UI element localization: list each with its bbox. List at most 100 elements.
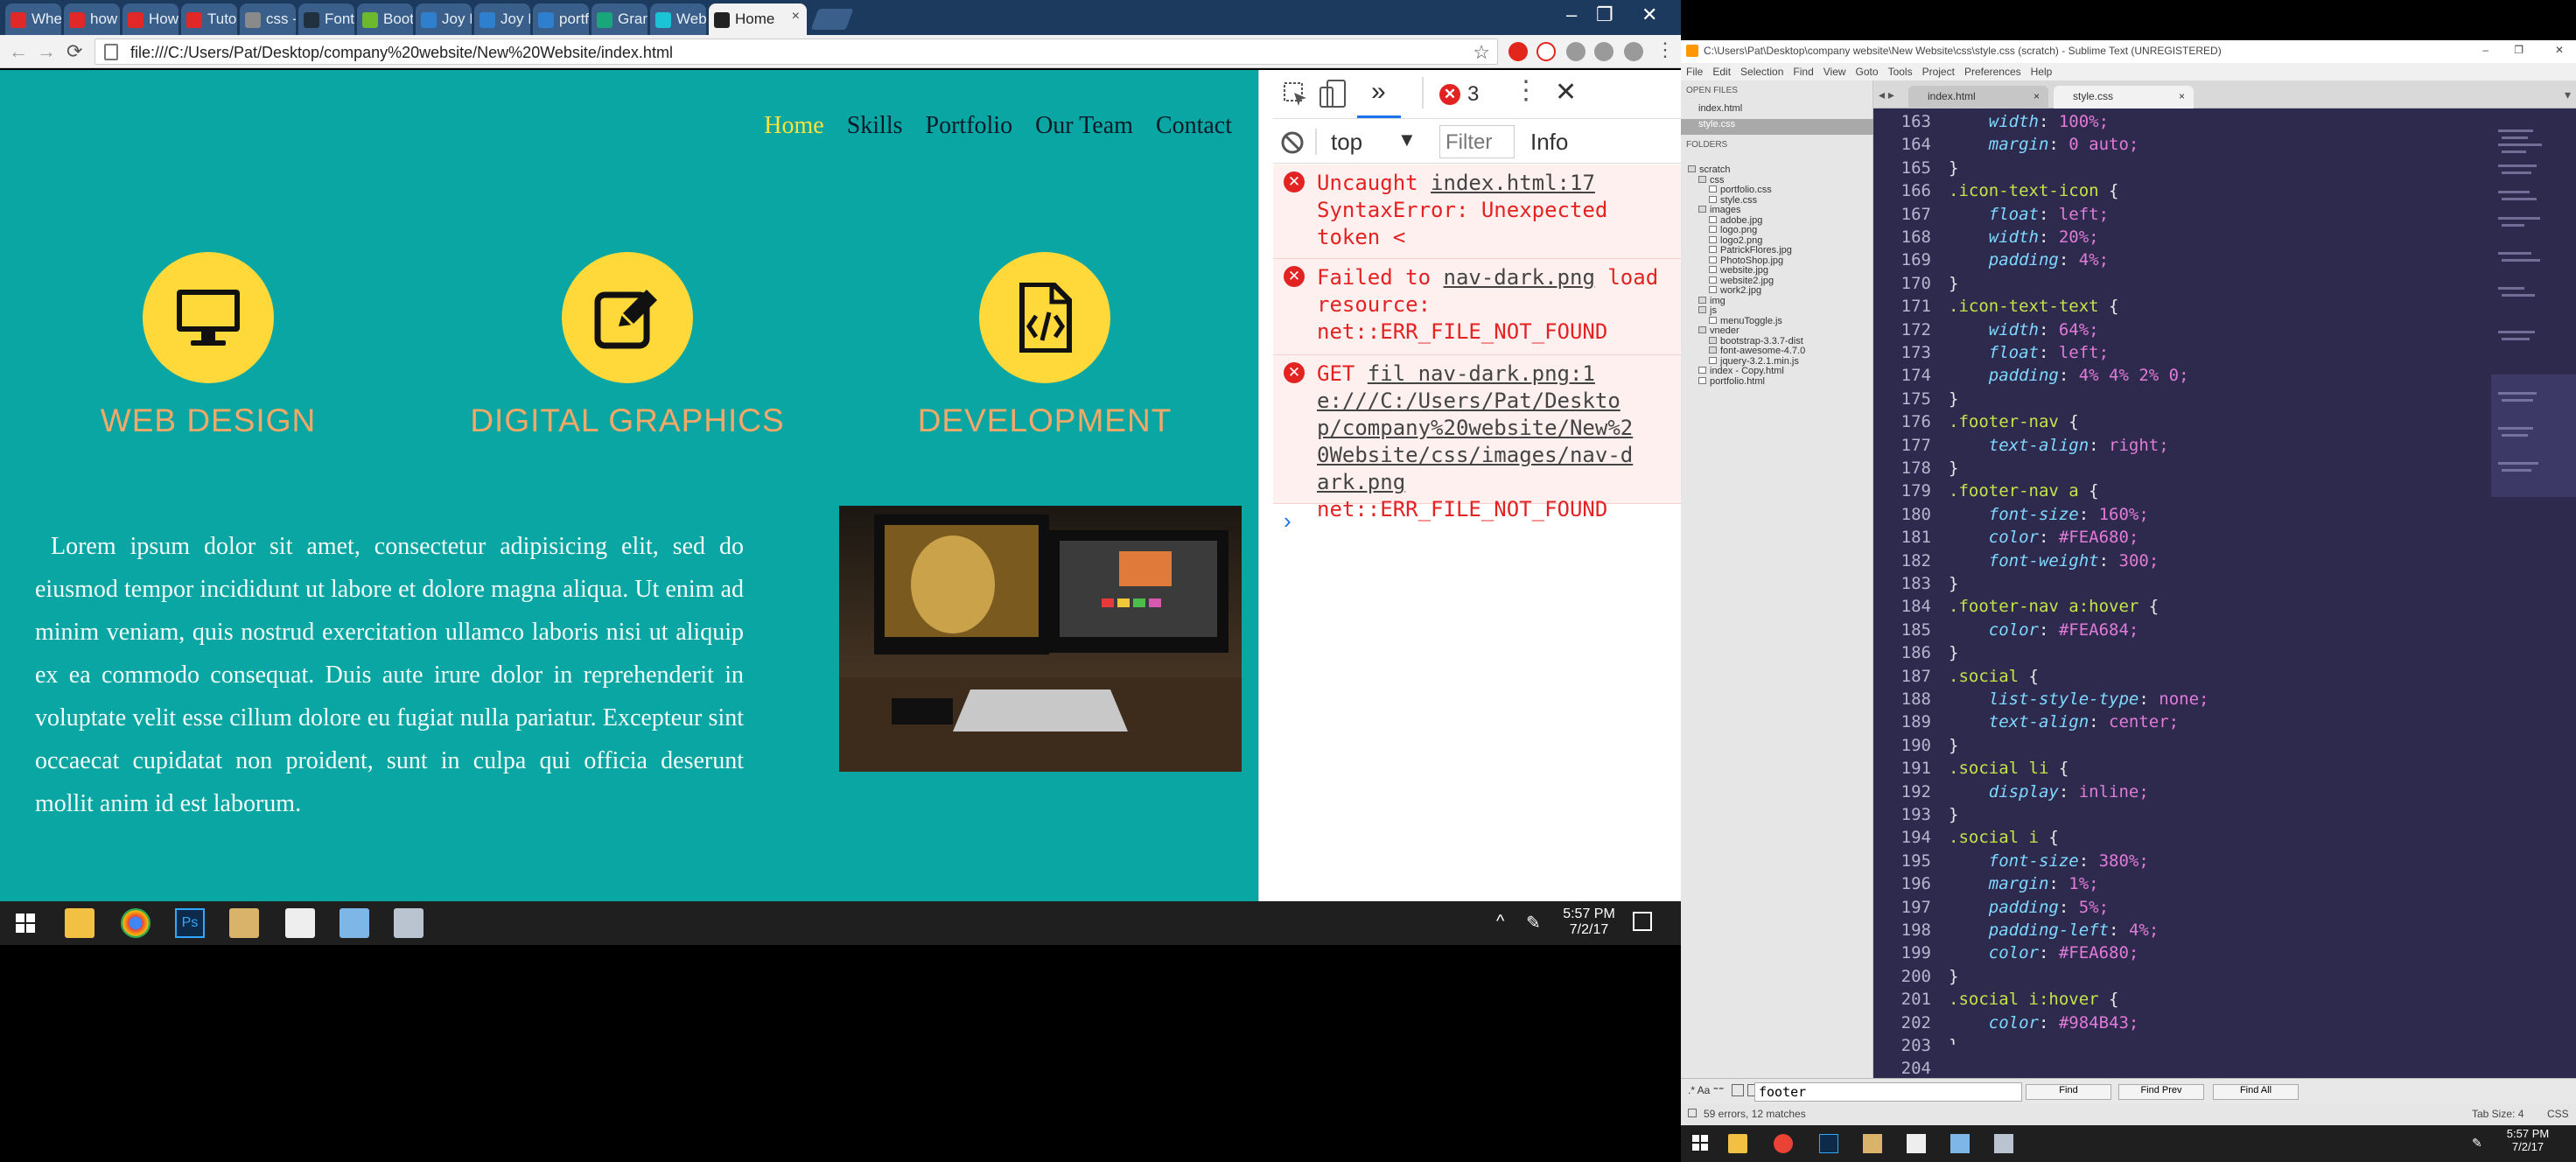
find-button[interactable]: Find — [2026, 1084, 2111, 1100]
error-count[interactable]: 3 — [1467, 82, 1479, 107]
maximize-button[interactable]: ❐ — [1596, 4, 1614, 26]
close-window-button[interactable]: ✕ — [2555, 44, 2564, 56]
error-source-link[interactable]: index.html:17 — [1431, 171, 1595, 195]
app-icon[interactable] — [1950, 1134, 1970, 1153]
console-toggle-icon[interactable] — [1688, 1109, 1697, 1117]
bookmark-star-icon[interactable]: ☆ — [1473, 41, 1490, 64]
extension-icon[interactable] — [1594, 42, 1614, 61]
open-file-item[interactable]: style.css — [1681, 119, 1873, 135]
folder-tree-item[interactable]: vneder — [1698, 326, 1740, 336]
action-center-icon[interactable] — [1633, 912, 1652, 931]
file-explorer-icon[interactable] — [65, 908, 94, 938]
more-panels-icon[interactable]: » — [1371, 77, 1386, 107]
back-icon[interactable]: ← — [9, 40, 28, 63]
page-info-icon[interactable] — [104, 44, 118, 60]
find-input[interactable]: footer — [1754, 1082, 2022, 1102]
mail-icon[interactable] — [285, 908, 315, 938]
close-tab-icon[interactable]: × — [792, 9, 800, 24]
tray-chevron-icon[interactable]: ^ — [1496, 912, 1504, 932]
console-prompt-icon[interactable]: › — [1284, 508, 1292, 535]
menu-item[interactable]: Find — [1793, 66, 1813, 78]
folder-tree-item[interactable]: logo.png — [1709, 225, 1757, 235]
browser-tab[interactable]: Gramm — [592, 4, 648, 35]
close-devtools-icon[interactable]: ✕ — [1555, 77, 1577, 108]
url-bar[interactable]: file:///C:/Users/Pat/Desktop/company%20w… — [94, 38, 1498, 65]
pen-icon[interactable]: ✎ — [2472, 1136, 2482, 1151]
menu-item[interactable]: Help — [2031, 66, 2053, 78]
browser-tab[interactable]: css - Bo — [240, 4, 296, 35]
tab-scroll-icon[interactable]: ◂ ▸ — [1879, 88, 1894, 102]
archive-icon[interactable] — [229, 908, 259, 938]
folder-tree-item[interactable]: js — [1698, 305, 1717, 316]
tab-style-css[interactable]: style.css × — [2054, 86, 2194, 108]
browser-tab[interactable]: Websit — [650, 4, 706, 35]
nav-contact[interactable]: Contact — [1156, 112, 1232, 140]
chrome-icon[interactable] — [1774, 1134, 1793, 1153]
folder-tree-item[interactable]: style.css — [1709, 195, 1757, 206]
browser-tab[interactable]: Home × — [709, 4, 807, 35]
forward-icon[interactable]: → — [37, 40, 56, 63]
folder-tree-item[interactable]: PhotoShop.jpg — [1709, 256, 1783, 266]
taskbar-clock[interactable]: 5:57 PM 7/2/17 — [2500, 1127, 2556, 1153]
folder-tree-item[interactable]: website.jpg — [1709, 265, 1768, 276]
archive-icon[interactable] — [1863, 1134, 1882, 1153]
browser-tab[interactable]: How to — [122, 4, 178, 35]
close-tab-icon[interactable]: × — [2179, 90, 2185, 102]
browser-tab[interactable]: Joy Inte — [416, 4, 472, 35]
tab-size-indicator[interactable]: Tab Size: 4 — [2472, 1108, 2524, 1120]
minimize-button[interactable]: – — [1566, 4, 1577, 26]
wrap-toggle-icon[interactable] — [1732, 1084, 1744, 1096]
find-prev-button[interactable]: Find Prev — [2118, 1084, 2204, 1100]
nav-home[interactable]: Home — [764, 112, 823, 140]
folder-tree-item[interactable]: images — [1698, 205, 1740, 215]
menu-item[interactable]: File — [1686, 66, 1703, 78]
reload-icon[interactable]: ⟳ — [66, 40, 82, 63]
find-options-icons[interactable]: .* Aa ⁼⁼ — [1688, 1084, 1724, 1096]
folder-tree-item[interactable]: jquery-3.2.1.min.js — [1709, 356, 1799, 367]
windows-start-icon[interactable] — [1690, 1132, 1711, 1153]
menu-item[interactable]: View — [1824, 66, 1846, 78]
folder-tree-item[interactable]: logo2.png — [1709, 235, 1762, 246]
browser-tab[interactable]: Tutoria — [181, 4, 237, 35]
app-icon[interactable] — [340, 908, 369, 938]
menu-item[interactable]: Edit — [1712, 66, 1731, 78]
maximize-button[interactable]: ❐ — [2514, 44, 2524, 56]
browser-tab[interactable]: Font Aw — [298, 4, 354, 35]
chrome-menu-icon[interactable]: ⋮ — [1656, 38, 1675, 61]
code-area[interactable]: width: 100%; margin: 0 auto;} .icon-text-… — [1949, 112, 2491, 1045]
folder-tree-item[interactable]: portfolio.css — [1709, 185, 1772, 195]
find-all-button[interactable]: Find All — [2213, 1084, 2299, 1100]
inspect-element-icon[interactable] — [1282, 80, 1310, 108]
windows-start-icon[interactable] — [10, 908, 40, 938]
nav-our-team[interactable]: Our Team — [1035, 112, 1133, 140]
log-level-selector[interactable]: Info — [1530, 129, 1568, 156]
device-toolbar-icon[interactable] — [1319, 79, 1347, 110]
folder-tree-item[interactable]: portfolio.html — [1698, 376, 1765, 387]
close-window-button[interactable]: ✕ — [1642, 4, 1657, 26]
nav-portfolio[interactable]: Portfolio — [926, 112, 1013, 140]
context-dropdown-icon[interactable]: ▼ — [1397, 129, 1417, 151]
menu-item[interactable]: Goto — [1856, 66, 1879, 78]
app-icon[interactable] — [394, 908, 424, 938]
folder-tree-item[interactable]: website2.jpg — [1709, 276, 1774, 286]
menu-item[interactable]: Project — [1922, 66, 1955, 78]
file-explorer-icon[interactable] — [1728, 1134, 1747, 1153]
folder-tree-item[interactable]: font-awesome-4.7.0 — [1709, 346, 1805, 356]
pen-icon[interactable]: ✎ — [1526, 912, 1541, 934]
folder-tree-item[interactable]: menuToggle.js — [1709, 316, 1782, 326]
new-tab-button[interactable] — [810, 9, 854, 30]
extension-icon[interactable] — [1536, 42, 1556, 61]
error-count-icon[interactable]: ✕ — [1439, 84, 1460, 105]
folder-tree-item[interactable]: adobe.jpg — [1709, 215, 1762, 226]
tab-index-html[interactable]: index.html × — [1908, 86, 2048, 108]
folder-tree-item[interactable]: bootstrap-3.3.7-dist — [1709, 336, 1803, 346]
folder-tree-item[interactable]: index - Copy.html — [1698, 366, 1784, 376]
menu-item[interactable]: Tools — [1888, 66, 1913, 78]
browser-tab[interactable]: Joy Inte — [474, 4, 530, 35]
close-tab-icon[interactable]: × — [2034, 90, 2040, 102]
folder-tree-item[interactable]: css — [1698, 175, 1725, 186]
folder-tree-item[interactable]: scratch — [1688, 164, 1730, 175]
photoshop-icon[interactable] — [1819, 1134, 1838, 1153]
console-filter-input[interactable]: Filter — [1439, 125, 1515, 158]
minimize-button[interactable]: – — [2482, 44, 2488, 56]
